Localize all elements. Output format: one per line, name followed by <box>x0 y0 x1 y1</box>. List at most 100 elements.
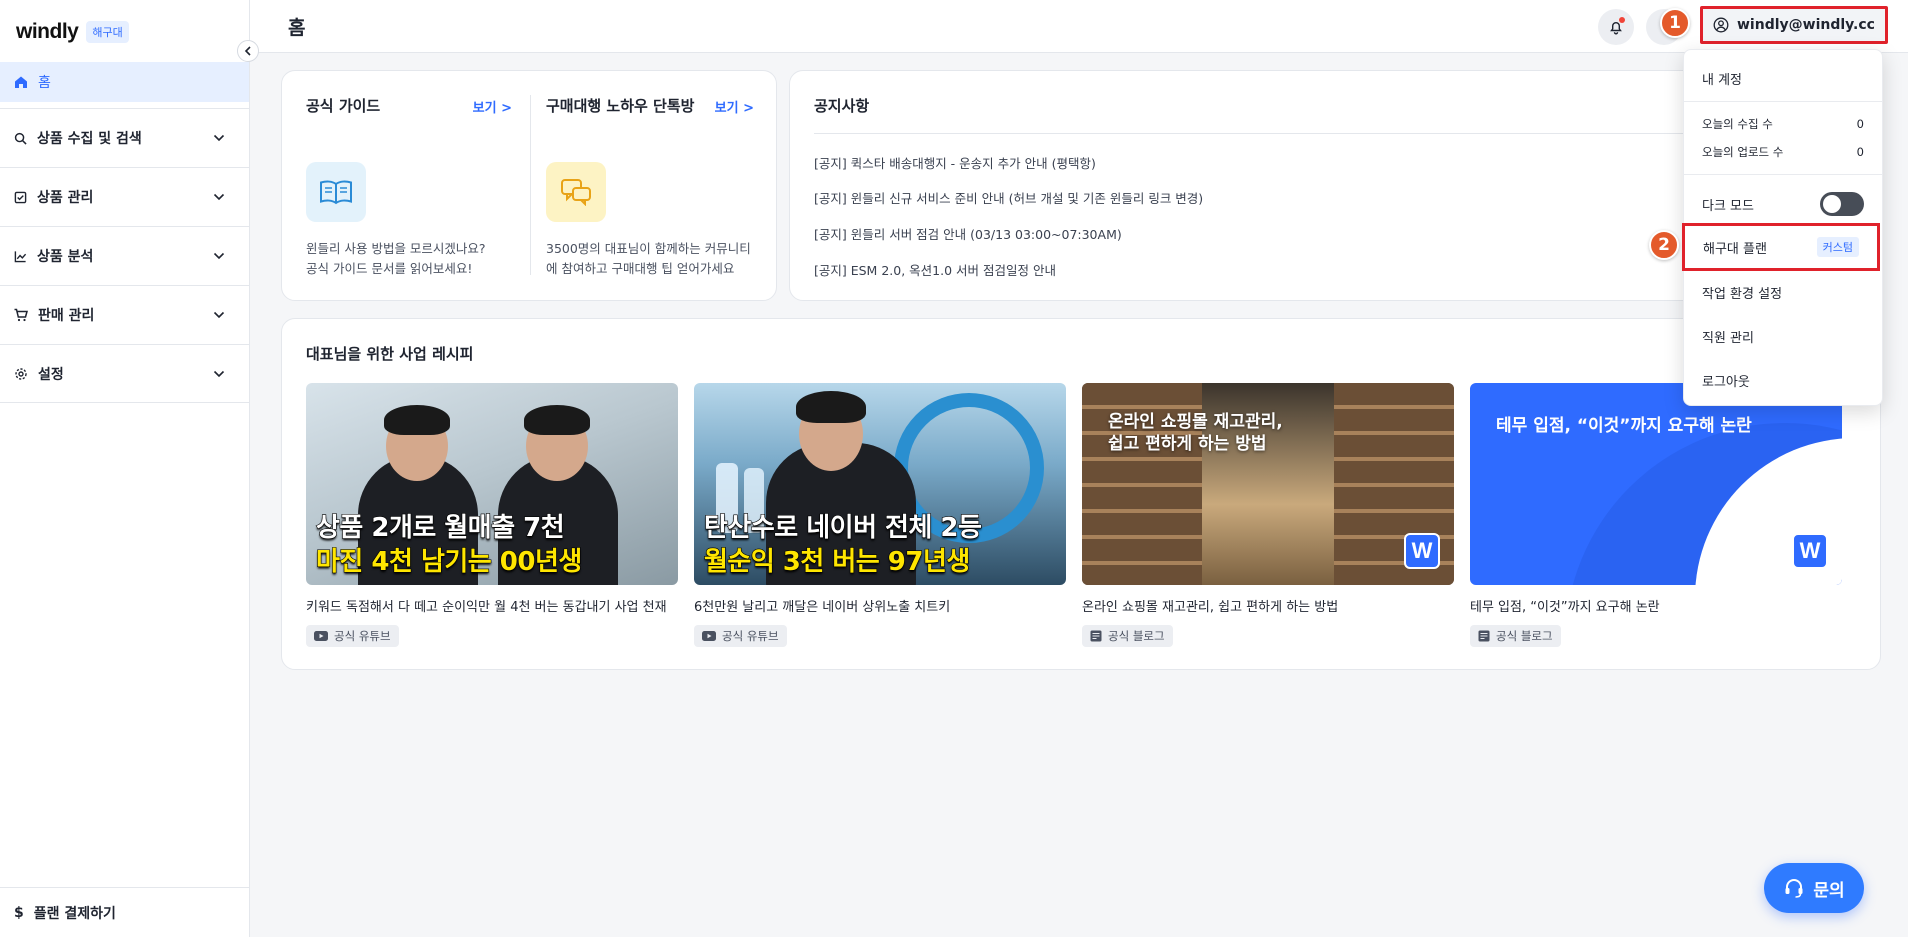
search-icon <box>14 132 27 145</box>
toggle-knob <box>1823 195 1841 213</box>
menu-item-label: 직원 관리 <box>1702 330 1754 346</box>
guide-title: 공식 가이드 <box>306 97 381 115</box>
menu-item-staff[interactable]: 직원 관리 <box>1684 315 1882 357</box>
recipe-tag: 공식 블로그 <box>1082 625 1173 647</box>
menu-item-label: 로그아웃 <box>1702 374 1750 390</box>
recipe-caption[interactable]: 키워드 독점해서 다 떼고 순이익만 월 4천 버는 동갑내기 사업 천재 <box>306 596 678 615</box>
blog-icon <box>1478 630 1490 642</box>
guide-title: 구매대행 노하우 단톡방 <box>546 97 695 115</box>
windly-logo-icon: W <box>1404 533 1440 569</box>
recipe-tag-label: 공식 블로그 <box>1108 629 1165 643</box>
chevron-left-icon <box>244 46 251 56</box>
guides-card: 공식 가이드 보기 > 윈들리 사용 방법을 모르시겠나요? 공식 가이드 문서… <box>281 70 777 301</box>
recipes-title: 대표님을 위한 사업 레시피 <box>306 345 474 363</box>
notice-title: 공지사항 <box>814 97 870 115</box>
recipe-caption[interactable]: 6천만원 날리고 깨달은 네이버 상위노출 치트키 <box>694 596 1066 615</box>
stat-label: 오늘의 수집 수 <box>1702 117 1773 131</box>
sidebar-collapse-button[interactable] <box>237 40 259 62</box>
sidebar-item-label: 상품 수집 및 검색 <box>37 131 142 147</box>
menu-item-label: 해구대 플랜 <box>1703 241 1767 257</box>
dark-mode-toggle[interactable] <box>1820 192 1864 216</box>
notification-dot <box>1619 17 1625 23</box>
menu-item-my-account[interactable]: 내 계정 <box>1684 60 1882 96</box>
recipe-caption[interactable]: 테무 입점, “이것”까지 요구해 논란 <box>1470 596 1842 615</box>
thumbnail-subheadline: 마진 4천 남기는 00년생 <box>315 546 582 577</box>
sidebar: windly 해구대 홈 상품 수집 및 검색 상품 관리 상품 분석 판매 관… <box>0 0 250 937</box>
headset-icon <box>1785 879 1803 898</box>
community-guide: 구매대행 노하우 단톡방 보기 > 3500명의 대표님이 함께하는 커뮤니티에… <box>546 71 754 300</box>
menu-item-logout[interactable]: 로그아웃 <box>1684 359 1882 401</box>
sidebar-item-sales[interactable]: 판매 관리 <box>0 285 249 344</box>
notice-item[interactable]: [공지] 윈들리 서버 점검 안내 (03/13 03:00~07:30AM) <box>814 224 1122 243</box>
step-badge-2: 2 <box>1649 230 1679 260</box>
today-collect-count: 오늘의 수집 수 0 <box>1684 112 1882 136</box>
plan-badge: 커스텀 <box>1816 237 1859 257</box>
sidebar-item-home[interactable]: 홈 <box>0 62 249 102</box>
recipe-tag: 공식 유튜브 <box>306 625 399 647</box>
sidebar-item-collect[interactable]: 상품 수집 및 검색 <box>0 108 249 167</box>
logo-badge: 해구대 <box>86 21 129 43</box>
sidebar-item-label: 홈 <box>38 75 51 91</box>
account-menu-button[interactable]: windly@windly.cc <box>1700 6 1888 44</box>
chevron-down-icon <box>213 370 225 377</box>
recipe-caption[interactable]: 온라인 쇼핑몰 재고관리, 쉽고 편하게 하는 방법 <box>1082 596 1454 615</box>
sidebar-item-label: 상품 분석 <box>37 249 94 265</box>
recipe-thumbnail[interactable]: 상품 2개로 월매출 7천 마진 4천 남기는 00년생 <box>306 383 678 585</box>
logo[interactable]: windly 해구대 <box>16 20 129 44</box>
recipe-card-4[interactable]: 테무 입점, “이것”까지 요구해 논란 W 테무 입점, “이것”까지 요구해… <box>1470 383 1842 647</box>
menu-divider <box>1684 174 1882 175</box>
recipe-tag-label: 공식 블로그 <box>1496 629 1553 643</box>
chevron-down-icon <box>213 193 225 201</box>
recipe-tag-label: 공식 유튜브 <box>722 629 779 643</box>
recipe-tag-label: 공식 유튜브 <box>334 629 391 643</box>
checklist-icon <box>14 191 27 203</box>
person-hair <box>796 391 866 423</box>
help-label: 문의 <box>1813 880 1845 901</box>
recipe-thumbnail[interactable]: 온라인 쇼핑몰 재고관리, 쉽고 편하게 하는 방법 W <box>1082 383 1454 585</box>
today-upload-count: 오늘의 업로드 수 0 <box>1684 140 1882 164</box>
sidebar-item-products[interactable]: 상품 관리 <box>0 167 249 226</box>
chevron-down-icon <box>213 134 225 142</box>
dollar-icon: $ <box>14 904 24 921</box>
chevron-down-icon <box>213 252 225 260</box>
menu-divider <box>1684 101 1882 102</box>
stat-label: 오늘의 업로드 수 <box>1702 145 1784 159</box>
menu-item-workspace-settings[interactable]: 작업 환경 설정 <box>1684 271 1882 313</box>
dark-mode-row: 다크 모드 <box>1684 182 1882 226</box>
recipe-card-2[interactable]: 탄산수로 네이버 전체 2등 월순익 3천 버는 97년생 6천만원 날리고 깨… <box>694 383 1066 647</box>
divider <box>530 95 531 275</box>
notice-item[interactable]: [공지] ESM 2.0, 옥션1.0 서버 점검일정 안내 <box>814 260 1056 279</box>
notice-item[interactable]: [공지] 퀵스타 배송대행지 - 운송지 추가 안내 (평택항) <box>814 153 1096 172</box>
plan-payment-label: 플랜 결제하기 <box>33 905 116 922</box>
notification-button[interactable] <box>1598 9 1634 45</box>
recipe-card-1[interactable]: 상품 2개로 월매출 7천 마진 4천 남기는 00년생 키워드 독점해서 다 … <box>306 383 678 647</box>
recipe-thumbnail[interactable]: 탄산수로 네이버 전체 2등 월순익 3천 버는 97년생 <box>694 383 1066 585</box>
thumbnail-subheadline: 월순익 3천 버는 97년생 <box>703 546 970 577</box>
recipe-tag: 공식 블로그 <box>1470 625 1561 647</box>
person-hair <box>524 405 590 435</box>
menu-item-label: 작업 환경 설정 <box>1702 286 1783 302</box>
windly-logo-icon: W <box>1792 533 1828 569</box>
official-guide: 공식 가이드 보기 > 윈들리 사용 방법을 모르시겠나요? 공식 가이드 문서… <box>306 71 512 300</box>
guide-view-link[interactable]: 보기 > <box>715 97 754 116</box>
sidebar-item-label: 상품 관리 <box>37 190 94 206</box>
account-email: windly@windly.cc <box>1737 17 1875 33</box>
sidebar-item-settings[interactable]: 설정 <box>0 344 249 403</box>
chat-icon <box>546 162 606 222</box>
plan-payment-button[interactable]: $ 플랜 결제하기 <box>0 887 249 937</box>
thumbnail-headline: 온라인 쇼핑몰 재고관리, 쉽고 편하게 하는 방법 <box>1108 412 1283 454</box>
notice-item[interactable]: [공지] 윈들리 신규 서비스 준비 안내 (허브 개설 및 기존 윈들리 링크… <box>814 188 1203 207</box>
recipe-card-3[interactable]: 온라인 쇼핑몰 재고관리, 쉽고 편하게 하는 방법 W 온라인 쇼핑몰 재고관… <box>1082 383 1454 647</box>
youtube-icon <box>702 631 716 641</box>
recipe-thumbnail[interactable]: 테무 입점, “이것”까지 요구해 논란 W <box>1470 383 1842 585</box>
user-circle-icon <box>1713 17 1729 33</box>
help-button[interactable]: 문의 <box>1764 863 1864 913</box>
page-title: 홈 <box>288 17 306 39</box>
guide-view-link[interactable]: 보기 > <box>473 97 512 116</box>
stat-value: 0 <box>1856 117 1864 131</box>
gear-icon <box>15 367 27 380</box>
thumbnail-headline: 상품 2개로 월매출 7천 <box>315 512 565 543</box>
account-dropdown-menu: 내 계정 오늘의 수집 수 0 오늘의 업로드 수 0 다크 모드 해구대 플랜… <box>1682 49 1883 406</box>
menu-item-plan[interactable]: 해구대 플랜 커스텀 <box>1682 223 1880 271</box>
sidebar-item-analysis[interactable]: 상품 분석 <box>0 226 249 285</box>
